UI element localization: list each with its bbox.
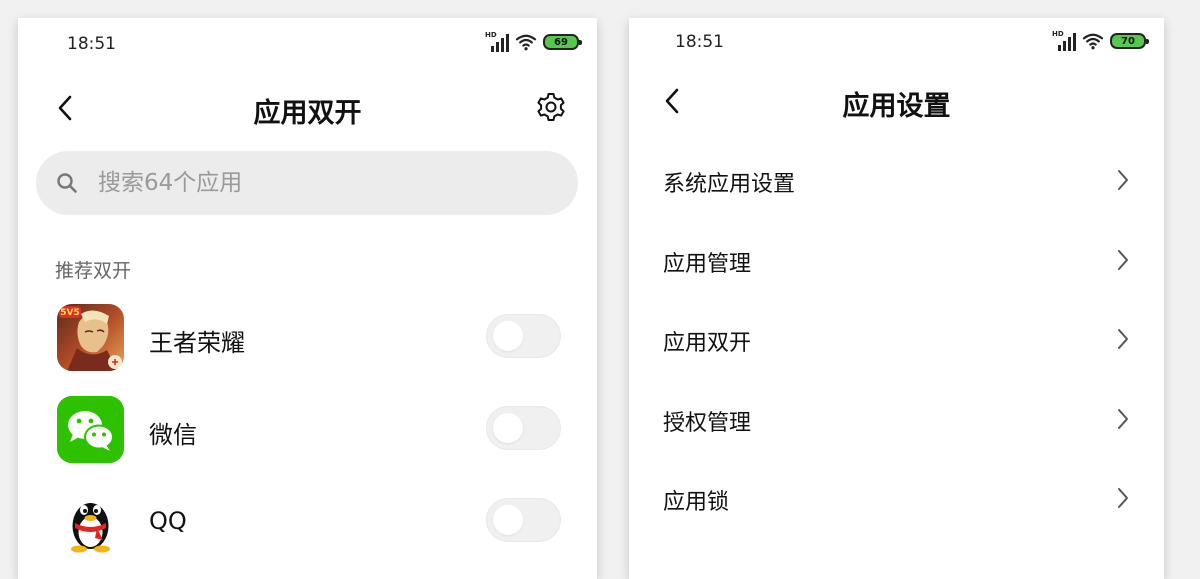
chevron-right-icon <box>1118 329 1128 349</box>
status-icons: HD 69 <box>485 31 582 52</box>
dual-app-toggle[interactable] <box>486 498 561 542</box>
battery-level: 69 <box>554 36 568 48</box>
honor-of-kings-icon: 5V5 <box>57 304 124 371</box>
svg-text:5V5: 5V5 <box>60 308 80 318</box>
list-item: QQ <box>18 483 597 575</box>
chevron-right-icon <box>1118 488 1128 508</box>
settings-item-label: 系统应用设置 <box>663 172 796 197</box>
settings-item-system-app-settings[interactable]: 系统应用设置 <box>629 142 1164 222</box>
settings-list: 系统应用设置 应用管理 应用双开 授权管理 应用锁 <box>629 142 1164 540</box>
signal-icon: HD <box>485 31 509 52</box>
status-time: 18:51 <box>675 32 724 52</box>
app-name: 王者荣耀 <box>149 329 245 357</box>
settings-item-permissions[interactable]: 授权管理 <box>629 381 1164 461</box>
toggle-knob <box>493 505 523 535</box>
status-bar: 18:51 HD 69 <box>18 18 597 68</box>
header: 应用设置 <box>629 78 1164 128</box>
dual-app-toggle[interactable] <box>486 406 561 450</box>
chevron-right-icon <box>1118 249 1128 270</box>
settings-item-label: 应用锁 <box>663 490 730 515</box>
chevron-right-icon <box>1118 408 1128 429</box>
status-time: 18:51 <box>67 34 116 54</box>
chevron-right-icon <box>1118 170 1128 190</box>
app-settings-screen: 18:51 HD 70 应用设置 系统应用设置 应用管理 应用双开 授权管理 应… <box>629 18 1164 579</box>
battery-icon: 69 <box>543 34 582 50</box>
signal-icon: HD <box>1052 30 1076 51</box>
qq-penguin-icon <box>57 488 124 555</box>
wechat-icon <box>57 396 124 463</box>
settings-item-app-management[interactable]: 应用管理 <box>629 222 1164 302</box>
header: 应用双开 <box>18 85 597 135</box>
status-bar: 18:51 HD 70 <box>629 18 1164 68</box>
gear-icon[interactable] <box>535 91 567 123</box>
search-bar[interactable] <box>36 151 578 215</box>
settings-item-dual-apps[interactable]: 应用双开 <box>629 301 1164 381</box>
wifi-icon <box>515 34 537 51</box>
page-title: 应用双开 <box>253 98 362 129</box>
page-title: 应用设置 <box>842 91 951 122</box>
dual-app-toggle[interactable] <box>486 314 561 358</box>
battery-level: 70 <box>1121 35 1135 47</box>
app-list: 5V5 王者荣耀 微信 QQ <box>18 299 597 575</box>
settings-item-label: 应用管理 <box>663 251 752 277</box>
battery-icon: 70 <box>1110 33 1149 49</box>
search-input[interactable] <box>98 170 538 196</box>
settings-item-app-lock[interactable]: 应用锁 <box>629 460 1164 540</box>
settings-item-label: 应用双开 <box>663 331 752 356</box>
app-name: 微信 <box>149 421 197 449</box>
app-name: QQ <box>149 507 187 535</box>
settings-item-label: 授权管理 <box>663 410 752 436</box>
list-item: 5V5 王者荣耀 <box>18 299 597 391</box>
list-item: 微信 <box>18 391 597 483</box>
status-icons: HD 70 <box>1052 30 1149 51</box>
toggle-knob <box>493 321 523 351</box>
search-icon <box>57 173 77 193</box>
toggle-knob <box>493 413 523 443</box>
section-label: 推荐双开 <box>55 260 132 282</box>
dual-apps-screen: 18:51 HD 69 应用双开 搜索64个应用 推荐双开 5V5 王者荣耀 微… <box>18 18 597 579</box>
wifi-icon <box>1082 33 1104 50</box>
